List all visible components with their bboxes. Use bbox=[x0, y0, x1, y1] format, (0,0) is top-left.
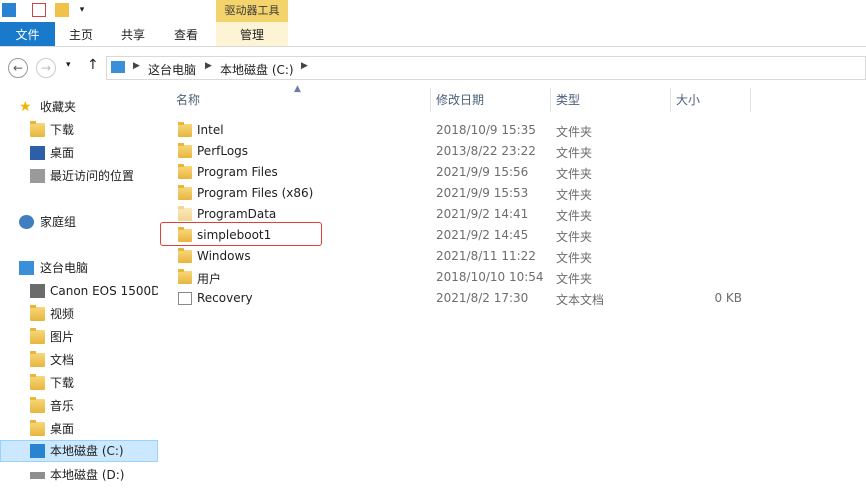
drive-d-icon bbox=[30, 472, 45, 479]
breadcrumb-separator-icon: ▶ bbox=[301, 61, 308, 71]
download-folder-icon bbox=[30, 121, 45, 137]
computer-icon bbox=[111, 61, 125, 73]
nav-item-downloads[interactable]: 下载 bbox=[0, 119, 158, 141]
file-row[interactable]: Intel 2018/10/9 15:35 文件夹 bbox=[160, 120, 750, 141]
address-bar-row: ← → ▾ ↑ ▶ 这台电脑 ▶ 本地磁盘 (C:) ▶ bbox=[0, 55, 866, 81]
nav-item-homegroup[interactable]: 家庭组 bbox=[0, 211, 158, 233]
folder-icon bbox=[178, 248, 192, 263]
folder-icon bbox=[178, 206, 192, 221]
tab-share[interactable]: 共享 bbox=[112, 22, 154, 46]
title-bar: ▾ bbox=[0, 0, 866, 22]
nav-item-this-pc[interactable]: 这台电脑 bbox=[0, 257, 158, 279]
column-divider[interactable] bbox=[670, 88, 671, 112]
file-row[interactable]: Recovery 2021/8/2 17:30 文本文档 0 KB bbox=[160, 288, 750, 309]
desktop-folder-icon bbox=[30, 420, 45, 436]
forward-button[interactable]: → bbox=[36, 58, 56, 78]
file-row[interactable]: 用户 2018/10/10 10:54 文件夹 bbox=[160, 267, 750, 288]
up-button[interactable]: ↑ bbox=[87, 57, 99, 73]
breadcrumb-drive-c[interactable]: 本地磁盘 (C:) bbox=[220, 61, 294, 78]
tab-file[interactable]: 文件 bbox=[0, 22, 55, 46]
videos-folder-icon bbox=[30, 305, 45, 321]
customize-quick-access-icon[interactable]: ▾ bbox=[75, 3, 89, 17]
sort-ascending-icon: ▲ bbox=[294, 84, 301, 94]
file-row[interactable]: Program Files 2021/9/9 15:56 文件夹 bbox=[160, 162, 750, 183]
folder-icon bbox=[178, 269, 192, 284]
recent-locations-button[interactable]: ▾ bbox=[66, 60, 71, 70]
documents-folder-icon bbox=[30, 351, 45, 367]
homegroup-icon bbox=[19, 215, 34, 229]
new-folder-icon[interactable] bbox=[55, 3, 69, 17]
folder-icon bbox=[178, 185, 192, 200]
nav-item-music[interactable]: 音乐 bbox=[0, 395, 158, 417]
highlight-annotation-box bbox=[160, 222, 322, 246]
drive-c-icon bbox=[30, 444, 45, 458]
breadcrumb-this-pc[interactable]: 这台电脑 bbox=[148, 61, 196, 78]
nav-item-drive-d[interactable]: 本地磁盘 (D:) bbox=[0, 464, 158, 486]
folder-icon bbox=[178, 164, 192, 179]
nav-item-downloads-pc[interactable]: 下载 bbox=[0, 372, 158, 394]
nav-item-documents[interactable]: 文档 bbox=[0, 349, 158, 371]
folder-icon bbox=[178, 122, 192, 137]
breadcrumb-separator-icon: ▶ bbox=[133, 61, 140, 71]
download-folder-icon bbox=[30, 374, 45, 390]
desktop-icon bbox=[30, 146, 45, 160]
file-row[interactable]: PerfLogs 2013/8/22 23:22 文件夹 bbox=[160, 141, 750, 162]
text-file-icon bbox=[178, 292, 192, 305]
column-divider[interactable] bbox=[550, 88, 551, 112]
tab-manage[interactable]: 管理 bbox=[230, 22, 274, 46]
back-button[interactable]: ← bbox=[8, 58, 28, 78]
recent-places-icon bbox=[30, 169, 45, 183]
column-divider[interactable] bbox=[430, 88, 431, 112]
pictures-folder-icon bbox=[30, 328, 45, 344]
properties-icon[interactable] bbox=[32, 3, 46, 17]
column-header-type[interactable]: 类型 bbox=[556, 88, 580, 112]
nav-item-drive-c[interactable]: 本地磁盘 (C:) bbox=[0, 440, 158, 462]
nav-item-recent-places[interactable]: 最近访问的位置 bbox=[0, 165, 158, 187]
folder-icon bbox=[178, 143, 192, 158]
breadcrumb-separator-icon: ▶ bbox=[205, 61, 212, 71]
computer-icon bbox=[19, 261, 34, 275]
star-icon: ★ bbox=[19, 99, 32, 115]
nav-item-canon-camera[interactable]: Canon EOS 1500D bbox=[0, 280, 158, 302]
tab-home[interactable]: 主页 bbox=[60, 22, 102, 46]
ribbon-tabs: 文件 主页 共享 查看 管理 bbox=[0, 22, 866, 46]
address-box[interactable]: ▶ 这台电脑 ▶ 本地磁盘 (C:) ▶ bbox=[106, 56, 866, 80]
file-row[interactable]: Windows 2021/8/11 11:22 文件夹 bbox=[160, 246, 750, 267]
nav-item-favorites[interactable]: ★ 收藏夹 bbox=[0, 96, 158, 118]
column-divider[interactable] bbox=[750, 88, 751, 112]
music-folder-icon bbox=[30, 397, 45, 413]
contextual-tab-title: 驱动器工具 bbox=[216, 0, 288, 22]
nav-item-videos[interactable]: 视频 bbox=[0, 303, 158, 325]
tab-view[interactable]: 查看 bbox=[165, 22, 207, 46]
file-row[interactable]: Program Files (x86) 2021/9/9 15:53 文件夹 bbox=[160, 183, 750, 204]
navigation-pane: ★ 收藏夹 下载 桌面 最近访问的位置 家庭组 这台电脑 Canon EOS 1… bbox=[0, 86, 158, 495]
drive-icon bbox=[2, 3, 16, 17]
nav-item-pictures[interactable]: 图片 bbox=[0, 326, 158, 348]
column-header-date[interactable]: 修改日期 bbox=[436, 88, 484, 112]
nav-item-desktop-pc[interactable]: 桌面 bbox=[0, 418, 158, 440]
column-header-name[interactable]: 名称 bbox=[176, 88, 200, 112]
column-header-size[interactable]: 大小 bbox=[676, 88, 700, 112]
nav-item-desktop[interactable]: 桌面 bbox=[0, 142, 158, 164]
camera-icon bbox=[30, 284, 45, 298]
